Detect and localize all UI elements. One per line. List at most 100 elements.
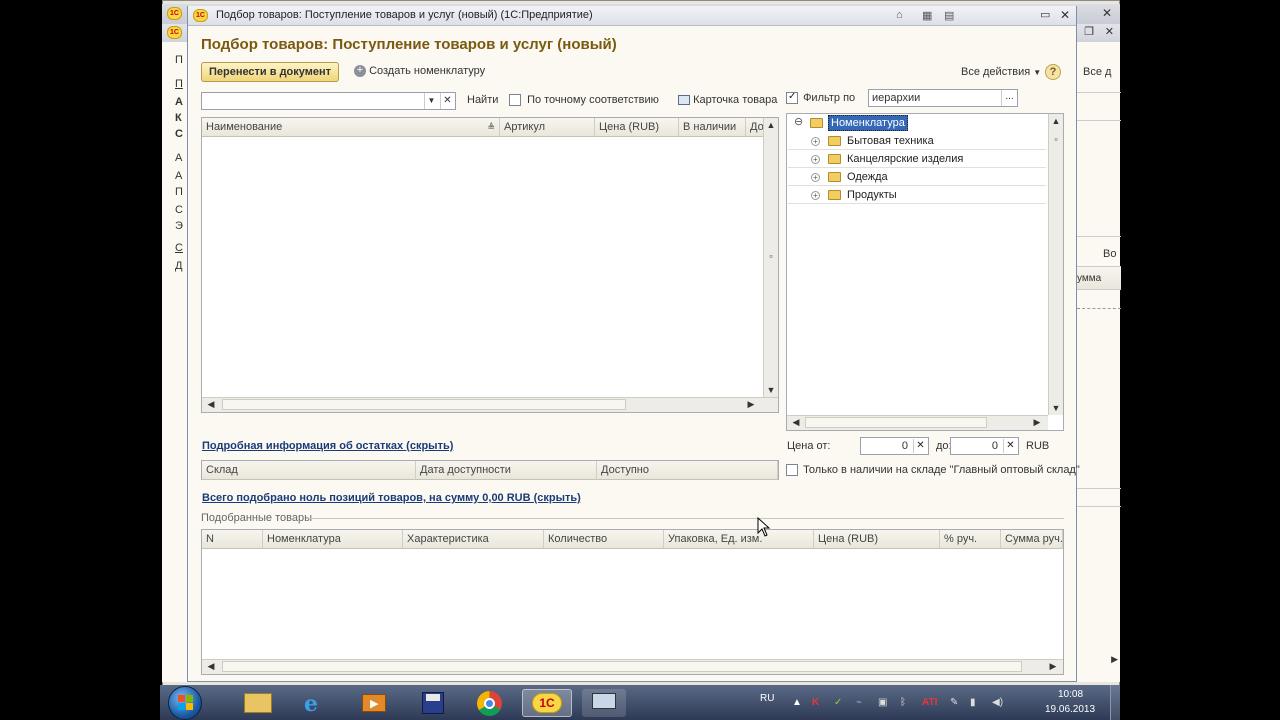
show-desktop-button[interactable] bbox=[1110, 685, 1120, 720]
scroll-up-icon[interactable]: ▲ bbox=[1049, 116, 1063, 126]
bluetooth-icon[interactable]: ᛒ bbox=[900, 697, 906, 708]
product-card-button[interactable]: Карточка товара bbox=[678, 94, 777, 106]
scroll-left-icon[interactable]: ◀ bbox=[789, 417, 803, 428]
bg-left-label[interactable]: П bbox=[175, 78, 183, 90]
scroll-down-icon[interactable]: ▼ bbox=[1049, 403, 1063, 413]
remote-desktop-taskbar-icon[interactable] bbox=[582, 689, 626, 717]
save-app-taskbar-icon[interactable] bbox=[410, 689, 454, 717]
scroll-left-icon[interactable]: ◀ bbox=[204, 661, 218, 672]
ati-icon[interactable]: ATI bbox=[922, 697, 937, 708]
vertical-scrollbar[interactable]: ▲ ▫ ▼ bbox=[1048, 114, 1063, 415]
scroll-right-icon[interactable]: ▶ bbox=[1046, 661, 1060, 672]
expand-icon[interactable]: + bbox=[811, 173, 820, 182]
clock-time[interactable]: 10:08 bbox=[1058, 689, 1083, 700]
scroll-left-icon[interactable]: ◀ bbox=[204, 399, 218, 410]
column-header-price[interactable]: Цена (RUB) bbox=[595, 118, 679, 137]
calendar-icon[interactable]: ▤ bbox=[944, 9, 954, 22]
clear-icon[interactable]: ✕ bbox=[440, 93, 454, 109]
search-input[interactable]: ▼ ✕ bbox=[201, 92, 456, 110]
scroll-right-icon[interactable]: ▶ bbox=[1030, 417, 1044, 428]
selected-summary-link[interactable]: Всего подобрано ноль позиций товаров, на… bbox=[202, 492, 581, 504]
collapse-icon[interactable]: ⊖ bbox=[794, 115, 803, 128]
internet-explorer-taskbar-icon[interactable]: e bbox=[294, 689, 338, 717]
1c-taskbar-icon[interactable]: 1С bbox=[522, 689, 572, 717]
column-header-price[interactable]: Цена (RUB) bbox=[814, 530, 940, 549]
checkbox-icon[interactable] bbox=[786, 92, 798, 105]
clear-icon[interactable]: ✕ bbox=[1003, 439, 1017, 453]
column-header-in-stock[interactable]: В наличии bbox=[679, 118, 746, 137]
all-actions-menu[interactable]: Все действия ▼ bbox=[961, 66, 1041, 78]
scroll-thumb[interactable] bbox=[222, 661, 1022, 672]
expand-icon[interactable]: + bbox=[811, 191, 820, 200]
bg-left-label[interactable]: С bbox=[175, 242, 183, 254]
volume-icon[interactable]: ◀) bbox=[992, 697, 1003, 708]
restore-icon[interactable]: ❐ bbox=[1084, 25, 1094, 38]
explorer-taskbar-icon[interactable] bbox=[236, 689, 280, 717]
column-header-warehouse[interactable]: Склад bbox=[202, 461, 416, 480]
column-header-availability-date[interactable]: Дата доступности bbox=[416, 461, 597, 480]
chrome-taskbar-icon[interactable] bbox=[468, 689, 512, 717]
create-nomenclature-button[interactable]: + Создать номенклатуру bbox=[354, 65, 485, 78]
column-header-manual-percent[interactable]: % руч. bbox=[940, 530, 1001, 549]
scroll-thumb[interactable] bbox=[805, 417, 987, 428]
scroll-right-icon[interactable]: ▶ bbox=[744, 399, 758, 410]
horizontal-scrollbar[interactable]: ◀ ▶ bbox=[202, 659, 1063, 674]
only-in-stock-checkbox[interactable]: Только в наличии на складе "Главный опто… bbox=[786, 464, 1080, 477]
clock-date[interactable]: 19.06.2013 bbox=[1045, 704, 1095, 715]
start-button[interactable] bbox=[168, 686, 202, 720]
tray-arrow-icon[interactable]: ▲ bbox=[792, 697, 802, 708]
expand-icon[interactable]: + bbox=[811, 155, 820, 164]
power-icon[interactable]: ▮ bbox=[970, 697, 976, 708]
column-header-n[interactable]: N bbox=[202, 530, 263, 549]
calculator-icon[interactable]: ▦ bbox=[922, 9, 932, 22]
language-indicator[interactable]: RU bbox=[760, 693, 774, 704]
horizontal-scrollbar[interactable]: ◀ ▶ bbox=[787, 415, 1048, 430]
tree-item[interactable]: + Одежда bbox=[788, 168, 1046, 186]
tree-item[interactable]: + Бытовая техника bbox=[788, 132, 1046, 150]
checkbox-icon[interactable] bbox=[509, 94, 521, 107]
scroll-up-icon[interactable]: ▲ bbox=[764, 120, 778, 130]
column-header-article[interactable]: Артикул bbox=[500, 118, 595, 137]
scroll-thumb-icon[interactable]: ▫ bbox=[1049, 134, 1063, 144]
ellipsis-icon[interactable]: ... bbox=[1001, 90, 1017, 106]
horizontal-scrollbar[interactable]: ◀ ▶ bbox=[202, 397, 778, 412]
close-icon[interactable]: ✕ bbox=[1105, 25, 1114, 38]
scroll-right-icon[interactable]: ▶ bbox=[1111, 654, 1118, 665]
column-header-name[interactable]: Наименование ≜ bbox=[202, 118, 500, 137]
help-button[interactable]: ? bbox=[1045, 64, 1061, 80]
antivirus-icon[interactable]: K bbox=[812, 697, 819, 708]
column-header-characteristic[interactable]: Характеристика bbox=[403, 530, 544, 549]
tree-item[interactable]: + Канцелярские изделия bbox=[788, 150, 1046, 168]
tray-app-icon[interactable]: ✓ bbox=[834, 697, 842, 708]
close-icon[interactable]: ✕ bbox=[1060, 8, 1070, 22]
clear-icon[interactable]: ✕ bbox=[913, 439, 927, 453]
close-icon[interactable]: ✕ bbox=[1102, 6, 1112, 20]
home-icon[interactable]: ⌂ bbox=[896, 9, 903, 21]
tray-app-icon[interactable]: ✎ bbox=[950, 697, 958, 708]
chevron-down-icon[interactable]: ▼ bbox=[424, 93, 438, 109]
tray-app-icon[interactable]: ▣ bbox=[878, 697, 887, 708]
checkbox-icon[interactable] bbox=[786, 464, 798, 477]
scroll-thumb[interactable] bbox=[222, 399, 626, 410]
find-button[interactable]: Найти bbox=[467, 94, 498, 106]
scroll-thumb-icon[interactable]: ▫ bbox=[764, 251, 778, 261]
column-header-nomenclature[interactable]: Номенклатура bbox=[263, 530, 403, 549]
column-header-package-unit[interactable]: Упаковка, Ед. изм. bbox=[664, 530, 814, 549]
exact-match-checkbox[interactable]: По точному соответствию bbox=[509, 94, 659, 107]
tree-root[interactable]: ⊖ Номенклатура bbox=[788, 114, 1046, 132]
network-icon[interactable]: ⌁ bbox=[856, 697, 862, 708]
bg-all-actions-label[interactable]: Все д bbox=[1083, 66, 1111, 78]
price-from-input[interactable]: 0 ✕ bbox=[860, 437, 929, 455]
minimize-icon[interactable]: ▭ bbox=[1040, 8, 1050, 21]
scroll-down-icon[interactable]: ▼ bbox=[764, 385, 778, 395]
transfer-to-document-button[interactable]: Перенести в документ bbox=[201, 62, 339, 82]
price-to-input[interactable]: 0 ✕ bbox=[950, 437, 1019, 455]
vertical-scrollbar[interactable]: ▲ ▫ ▼ bbox=[763, 118, 778, 397]
filter-field[interactable]: иерархии ... bbox=[868, 89, 1018, 107]
column-header-available[interactable]: Доступно bbox=[597, 461, 778, 480]
stock-info-link[interactable]: Подробная информация об остатках (скрыть… bbox=[202, 440, 453, 452]
tree-item[interactable]: + Продукты bbox=[788, 186, 1046, 204]
filter-checkbox[interactable]: Фильтр по bbox=[786, 92, 855, 105]
column-header-manual-sum[interactable]: Сумма руч. bbox=[1001, 530, 1063, 549]
expand-icon[interactable]: + bbox=[811, 137, 820, 146]
